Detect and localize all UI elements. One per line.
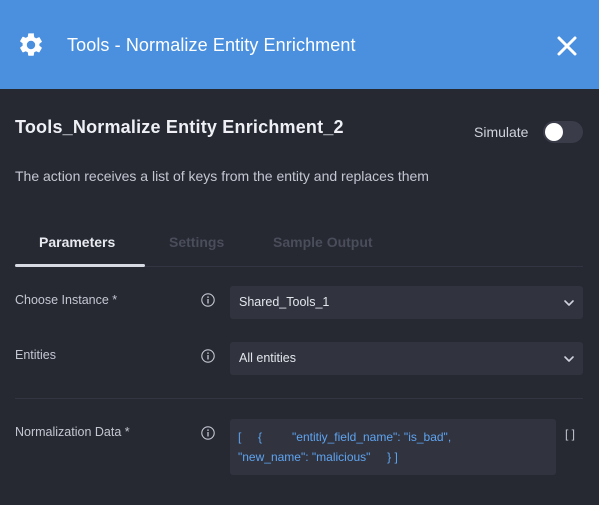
tab-settings[interactable]: Settings	[169, 234, 224, 250]
choose-instance-label: Choose Instance *	[15, 293, 118, 307]
info-icon[interactable]	[201, 349, 215, 363]
entities-label: Entities	[15, 348, 56, 362]
info-icon[interactable]	[201, 426, 215, 440]
code-line: [ { "entitiy_field_name": "is_bad",	[238, 430, 452, 444]
modal-header: Tools - Normalize Entity Enrichment	[0, 0, 599, 89]
instance-select[interactable]: Shared_Tools_1	[230, 286, 583, 319]
simulate-label: Simulate	[474, 124, 529, 140]
toggle-knob	[545, 123, 563, 141]
tab-sample-output[interactable]: Sample Output	[273, 234, 373, 250]
chevron-down-icon	[564, 300, 574, 306]
tab-parameters[interactable]: Parameters	[39, 234, 115, 250]
gear-icon	[20, 33, 42, 56]
code-line: "new_name": "malicious" } ]	[238, 450, 398, 464]
action-description: The action receives a list of keys from …	[15, 168, 429, 184]
section-divider	[15, 398, 583, 399]
modal-title: Tools - Normalize Entity Enrichment	[67, 35, 356, 55]
info-icon[interactable]	[201, 293, 215, 307]
simulate-toggle[interactable]	[543, 121, 583, 143]
action-name: Tools_Normalize Entity Enrichment_2	[15, 117, 344, 137]
instance-select-value: Shared_Tools_1	[239, 295, 330, 309]
entities-select-value: All entities	[239, 351, 296, 365]
entities-select[interactable]: All entities	[230, 342, 583, 375]
close-icon[interactable]	[556, 35, 578, 57]
insert-list-button[interactable]: [ ]	[565, 427, 575, 441]
active-tab-indicator	[15, 264, 145, 267]
normalization-data-label: Normalization Data *	[15, 425, 130, 439]
chevron-down-icon	[564, 356, 574, 362]
normalization-data-input[interactable]: [ { "entitiy_field_name": "is_bad", "new…	[230, 419, 556, 475]
